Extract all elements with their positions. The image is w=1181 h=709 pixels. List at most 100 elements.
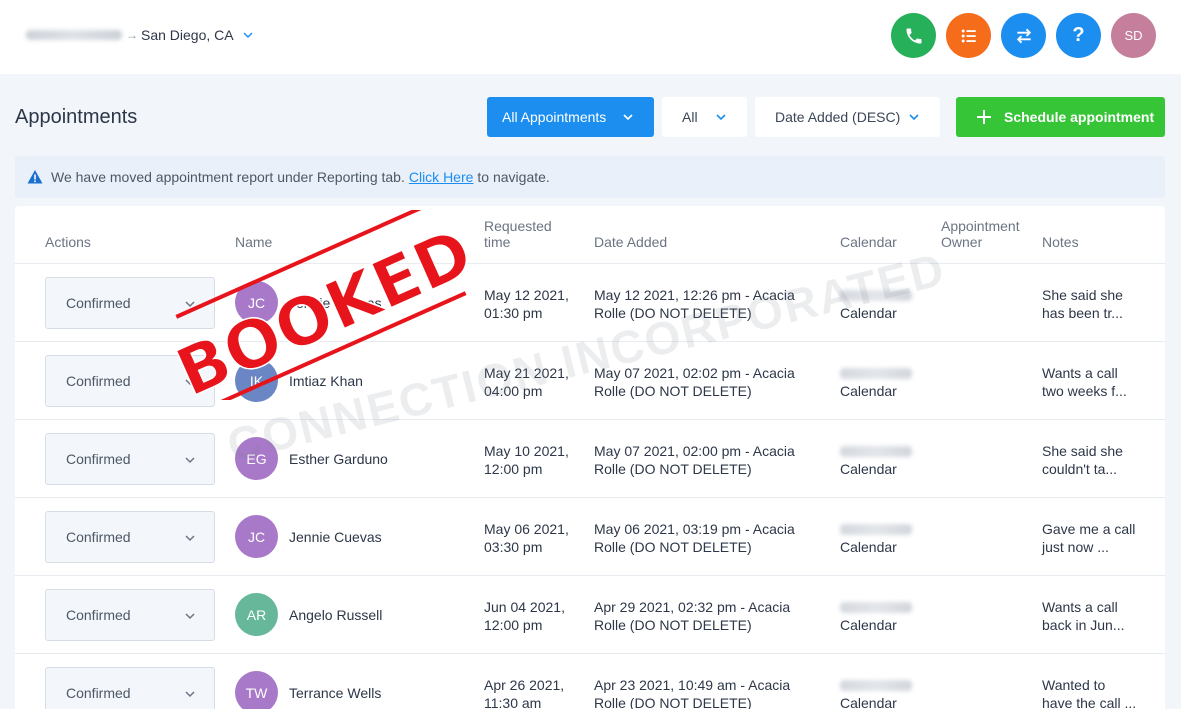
calendar-owner-blurred	[840, 680, 912, 691]
date-added-line1: May 07 2021, 02:00 pm - Acacia	[594, 443, 795, 459]
contact-name[interactable]: Jennie Cuevas	[289, 529, 382, 545]
requested-date: May 12 2021,	[484, 287, 569, 303]
notes-cell[interactable]: Wants a call two weeks f...	[1042, 364, 1157, 400]
page-title: Appointments	[15, 106, 138, 128]
contact-initials: JC	[247, 528, 266, 545]
date-added: May 06 2021, 03:19 pm - Acacia Rolle (DO…	[594, 520, 824, 556]
column-header-date-added: Date Added	[594, 234, 668, 250]
contact-name[interactable]: Terrance Wells	[289, 685, 381, 701]
sort-dropdown[interactable]: Date Added (DESC)	[755, 97, 940, 137]
contact-name[interactable]: Imtiaz Khan	[289, 373, 363, 389]
date-added: May 07 2021, 02:00 pm - Acacia Rolle (DO…	[594, 442, 824, 478]
notes-line1: She said she	[1042, 287, 1123, 303]
requested-date: May 06 2021,	[484, 521, 569, 537]
swap-icon	[1016, 28, 1031, 43]
status-label: Confirmed	[66, 607, 131, 623]
requested-time: May 12 2021, 01:30 pm	[484, 286, 584, 322]
status-dropdown[interactable]: Confirmed	[45, 355, 215, 407]
status-filter-dropdown[interactable]: All	[662, 97, 747, 137]
status-dropdown[interactable]: Confirmed	[45, 511, 215, 563]
table-row[interactable]: Confirmed IK Imtiaz Khan May 21 2021, 04…	[15, 341, 1165, 419]
date-added-line2: Rolle (DO NOT DELETE)	[594, 461, 752, 477]
date-added-line1: May 12 2021, 12:26 pm - Acacia	[594, 287, 795, 303]
table-row[interactable]: Confirmed AR Angelo Russell Jun 04 2021,…	[15, 575, 1165, 653]
column-header-requested-line2: time	[484, 234, 511, 250]
date-added-line2: Rolle (DO NOT DELETE)	[594, 617, 752, 633]
list-icon	[961, 29, 976, 42]
notes-cell[interactable]: Gave me a call just now ...	[1042, 520, 1157, 556]
column-header-notes: Notes	[1042, 234, 1079, 250]
table-row[interactable]: Confirmed JC Jennie Cuevas May 12 2021, …	[15, 263, 1165, 341]
date-added: Apr 29 2021, 02:32 pm - Acacia Rolle (DO…	[594, 598, 824, 634]
appointment-type-dropdown[interactable]: All Appointments	[487, 97, 654, 137]
notes-cell[interactable]: She said she has been tr...	[1042, 286, 1157, 322]
calendar-cell: Calendar	[840, 364, 930, 400]
table-row[interactable]: Confirmed TW Terrance Wells Apr 26 2021,…	[15, 653, 1165, 709]
calendar-cell: Calendar	[840, 676, 930, 709]
location-selector[interactable]: → San Diego, CA	[26, 26, 254, 44]
requested-date: Apr 26 2021,	[484, 677, 565, 693]
notes-line2: couldn't ta...	[1042, 461, 1118, 477]
requested-time: May 06 2021, 03:30 pm	[484, 520, 584, 556]
notes-line2: two weeks f...	[1042, 383, 1127, 399]
requested-time: May 21 2021, 04:00 pm	[484, 364, 584, 400]
column-header-actions: Actions	[45, 234, 91, 250]
warning-icon	[27, 170, 43, 184]
notes-cell[interactable]: She said she couldn't ta...	[1042, 442, 1157, 478]
status-dropdown[interactable]: Confirmed	[45, 433, 215, 485]
date-added-line2: Rolle (DO NOT DELETE)	[594, 383, 752, 399]
requested-date: Jun 04 2021,	[484, 599, 565, 615]
calendar-label: Calendar	[840, 695, 897, 709]
date-added-line1: May 07 2021, 02:02 pm - Acacia	[594, 365, 795, 381]
user-initials: SD	[1124, 28, 1143, 43]
requested-hour: 01:30 pm	[484, 305, 543, 321]
user-avatar[interactable]: SD	[1111, 13, 1156, 58]
notes-cell[interactable]: Wanted to have the call ...	[1042, 676, 1157, 709]
notes-line2: back in Jun...	[1042, 617, 1125, 633]
schedule-appointment-button[interactable]: Schedule appointment	[956, 97, 1165, 137]
contact-avatar: JC	[235, 281, 278, 324]
contact-avatar: EG	[235, 437, 278, 480]
date-added: May 12 2021, 12:26 pm - Acacia Rolle (DO…	[594, 286, 824, 322]
requested-time: Apr 26 2021, 11:30 am	[484, 676, 584, 709]
requested-date: May 10 2021,	[484, 443, 569, 459]
calendar-owner-blurred	[840, 524, 912, 535]
notes-line1: She said she	[1042, 443, 1123, 459]
requested-time: May 10 2021, 12:00 pm	[484, 442, 584, 478]
status-dropdown[interactable]: Confirmed	[45, 589, 215, 641]
status-dropdown[interactable]: Confirmed	[45, 667, 215, 709]
notes-line1: Wants a call	[1042, 365, 1118, 381]
calendar-owner-blurred	[840, 602, 912, 613]
info-banner: We have moved appointment report under R…	[15, 156, 1165, 198]
status-label: Confirmed	[66, 295, 131, 311]
column-header-owner: Appointment Owner	[941, 218, 1020, 250]
calendar-cell: Calendar	[840, 598, 930, 634]
date-added-line2: Rolle (DO NOT DELETE)	[594, 305, 752, 321]
list-button[interactable]	[946, 13, 991, 58]
contact-name[interactable]: Esther Garduno	[289, 451, 388, 467]
status-filter-label: All	[682, 109, 698, 125]
date-added: Apr 23 2021, 10:49 am - Acacia Rolle (DO…	[594, 676, 824, 709]
notes-line1: Gave me a call	[1042, 521, 1136, 537]
calendar-cell: Calendar	[840, 520, 930, 556]
date-added-line1: May 06 2021, 03:19 pm - Acacia	[594, 521, 795, 537]
calendar-label: Calendar	[840, 461, 897, 477]
contact-initials: EG	[246, 450, 267, 467]
contact-name[interactable]: Angelo Russell	[289, 607, 382, 623]
table-row[interactable]: Confirmed EG Esther Garduno May 10 2021,…	[15, 419, 1165, 497]
requested-hour: 03:30 pm	[484, 539, 543, 555]
phone-button[interactable]	[891, 13, 936, 58]
contact-name[interactable]: Jennie Cuevas	[289, 295, 382, 311]
notes-line1: Wants a call	[1042, 599, 1118, 615]
requested-hour: 12:00 pm	[484, 461, 543, 477]
banner-link[interactable]: Click Here	[409, 169, 474, 185]
help-button[interactable]: ?	[1056, 13, 1101, 58]
status-dropdown[interactable]: Confirmed	[45, 277, 215, 329]
contact-avatar: AR	[235, 593, 278, 636]
calendar-cell: Calendar	[840, 286, 930, 322]
notes-cell[interactable]: Wants a call back in Jun...	[1042, 598, 1157, 634]
notes-line2: has been tr...	[1042, 305, 1123, 321]
requested-hour: 04:00 pm	[484, 383, 543, 399]
table-row[interactable]: Confirmed JC Jennie Cuevas May 06 2021, …	[15, 497, 1165, 575]
swap-button[interactable]	[1001, 13, 1046, 58]
